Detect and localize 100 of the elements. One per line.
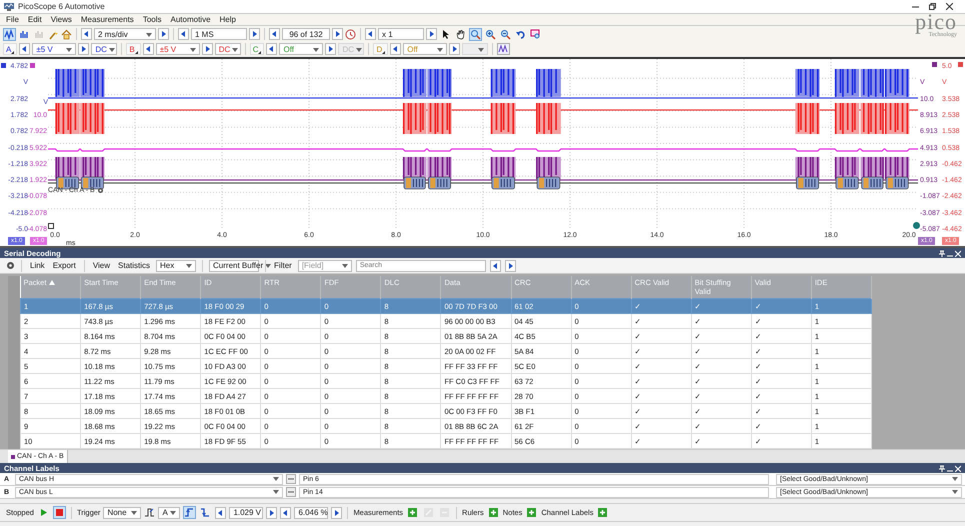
packet-bar[interactable] <box>536 176 560 190</box>
packet-bar[interactable] <box>428 176 451 190</box>
channel-marker-icon <box>958 62 963 67</box>
view-button[interactable]: View <box>90 260 112 271</box>
close-icon[interactable] <box>946 3 953 10</box>
left-arrow-button[interactable] <box>178 28 189 40</box>
left-arrow-button[interactable] <box>215 506 226 518</box>
menu-item[interactable]: Help <box>220 15 236 24</box>
right-arrow-button[interactable] <box>202 43 213 55</box>
waveform-icon[interactable] <box>3 28 16 40</box>
more-button[interactable] <box>286 474 296 484</box>
right-arrow-button[interactable] <box>426 28 437 40</box>
coupling-dropdown[interactable]: DC <box>91 43 118 55</box>
right-arrow-button[interactable] <box>449 43 460 55</box>
range-dropdown[interactable]: ±5 V <box>32 43 76 55</box>
channel-button[interactable]: B <box>126 43 141 55</box>
wand-icon[interactable] <box>48 28 59 40</box>
zoom-in-icon[interactable] <box>484 28 497 40</box>
caret-icon <box>356 48 362 52</box>
math-icon[interactable] <box>497 43 510 55</box>
corner-icon <box>11 51 14 54</box>
channel-marker-icon <box>11 454 15 458</box>
trigger-mode-dropdown[interactable]: None <box>103 506 142 518</box>
right-arrow-button[interactable] <box>266 506 278 518</box>
add-icon[interactable] <box>525 506 538 519</box>
caret-icon <box>186 264 192 268</box>
caret-icon <box>146 32 152 36</box>
left-arrow-button[interactable] <box>269 28 280 40</box>
more-button[interactable] <box>286 487 296 497</box>
pin-icon[interactable] <box>939 464 945 472</box>
sort-arrow-icon <box>49 280 56 285</box>
menu-item[interactable]: Automotive <box>170 15 211 24</box>
packet-bar[interactable] <box>796 176 819 190</box>
caret-icon <box>952 490 958 494</box>
menu-item[interactable]: Tools <box>142 15 162 24</box>
zoom-out-icon[interactable] <box>499 28 512 40</box>
pin-icon[interactable] <box>939 250 945 256</box>
right-arrow-button[interactable] <box>504 260 516 272</box>
right-arrow-button[interactable] <box>158 28 169 40</box>
coupling-dropdown[interactable]: DC <box>214 43 241 55</box>
left-arrow-button[interactable] <box>280 506 292 518</box>
rising-edge-icon[interactable] <box>183 506 196 519</box>
link-button[interactable]: Link <box>28 260 47 271</box>
add-icon[interactable] <box>596 506 610 519</box>
channel-button[interactable]: A <box>3 43 18 55</box>
caret-icon <box>273 476 279 480</box>
left-arrow-button[interactable] <box>365 28 376 40</box>
packet-bar[interactable] <box>861 176 884 190</box>
packet-bar[interactable] <box>404 176 426 190</box>
packet-bar[interactable] <box>886 176 909 190</box>
zoom-field[interactable]: x 1 <box>378 28 424 40</box>
right-arrow-button[interactable] <box>332 28 343 40</box>
caret-icon <box>952 476 958 480</box>
caret-icon <box>437 48 444 52</box>
format-dropdown[interactable]: Hex <box>156 260 196 272</box>
menu-item[interactable]: Edit <box>28 15 42 24</box>
magnifier-icon[interactable] <box>469 28 482 40</box>
right-arrow-button[interactable] <box>249 28 260 40</box>
hand-icon[interactable] <box>454 28 467 40</box>
right-arrow-button[interactable] <box>331 506 342 518</box>
threshold-field[interactable]: 1.029 V <box>229 506 264 518</box>
filter-button[interactable]: Filter <box>272 260 294 271</box>
right-arrow-button[interactable] <box>78 43 90 55</box>
add-icon[interactable] <box>406 506 420 519</box>
stop-icon[interactable] <box>52 506 66 519</box>
left-arrow-button[interactable] <box>490 260 501 272</box>
export-button[interactable]: Export <box>50 260 78 271</box>
gear-icon[interactable] <box>6 261 15 270</box>
trigger-channel-dropdown[interactable]: A <box>158 506 180 518</box>
range-dropdown[interactable]: Off <box>279 43 324 55</box>
right-arrow-button[interactable] <box>325 43 336 55</box>
buffer-field[interactable]: 96 of 132 <box>282 28 330 40</box>
left-arrow-button[interactable] <box>19 43 30 55</box>
corner-icon <box>258 51 262 54</box>
range-dropdown[interactable]: ±5 V <box>156 43 200 55</box>
caret-icon <box>190 48 196 52</box>
corner-icon <box>134 51 138 54</box>
clock-icon[interactable] <box>345 28 356 40</box>
menu-item[interactable]: Views <box>50 15 72 24</box>
zoom-fit-icon[interactable] <box>529 28 542 40</box>
packet-bar[interactable] <box>836 176 859 190</box>
packet-bar[interactable] <box>492 176 515 190</box>
channel-marker-icon <box>1 63 6 68</box>
left-arrow-button[interactable] <box>390 43 402 55</box>
restore-icon[interactable] <box>929 3 936 10</box>
add-icon[interactable] <box>486 506 500 519</box>
menu-item[interactable]: Measurements <box>80 15 134 24</box>
left-arrow-button[interactable] <box>266 43 278 55</box>
left-arrow-button[interactable] <box>81 28 92 40</box>
pretrigger-field[interactable]: 6.046 % <box>294 506 328 518</box>
corner-icon <box>382 51 386 54</box>
timebase-dropdown[interactable]: 2 ms/div <box>94 28 156 40</box>
trigger-icon[interactable] <box>144 507 156 518</box>
left-arrow-button[interactable] <box>142 43 154 55</box>
home-icon[interactable] <box>61 28 72 40</box>
samples-field[interactable]: 1 MS <box>191 28 247 40</box>
coupling-dropdown[interactable] <box>462 43 488 55</box>
menu-item[interactable]: File <box>6 15 19 24</box>
gear-icon[interactable] <box>96 187 104 194</box>
statistics-button[interactable]: Statistics <box>116 260 152 271</box>
